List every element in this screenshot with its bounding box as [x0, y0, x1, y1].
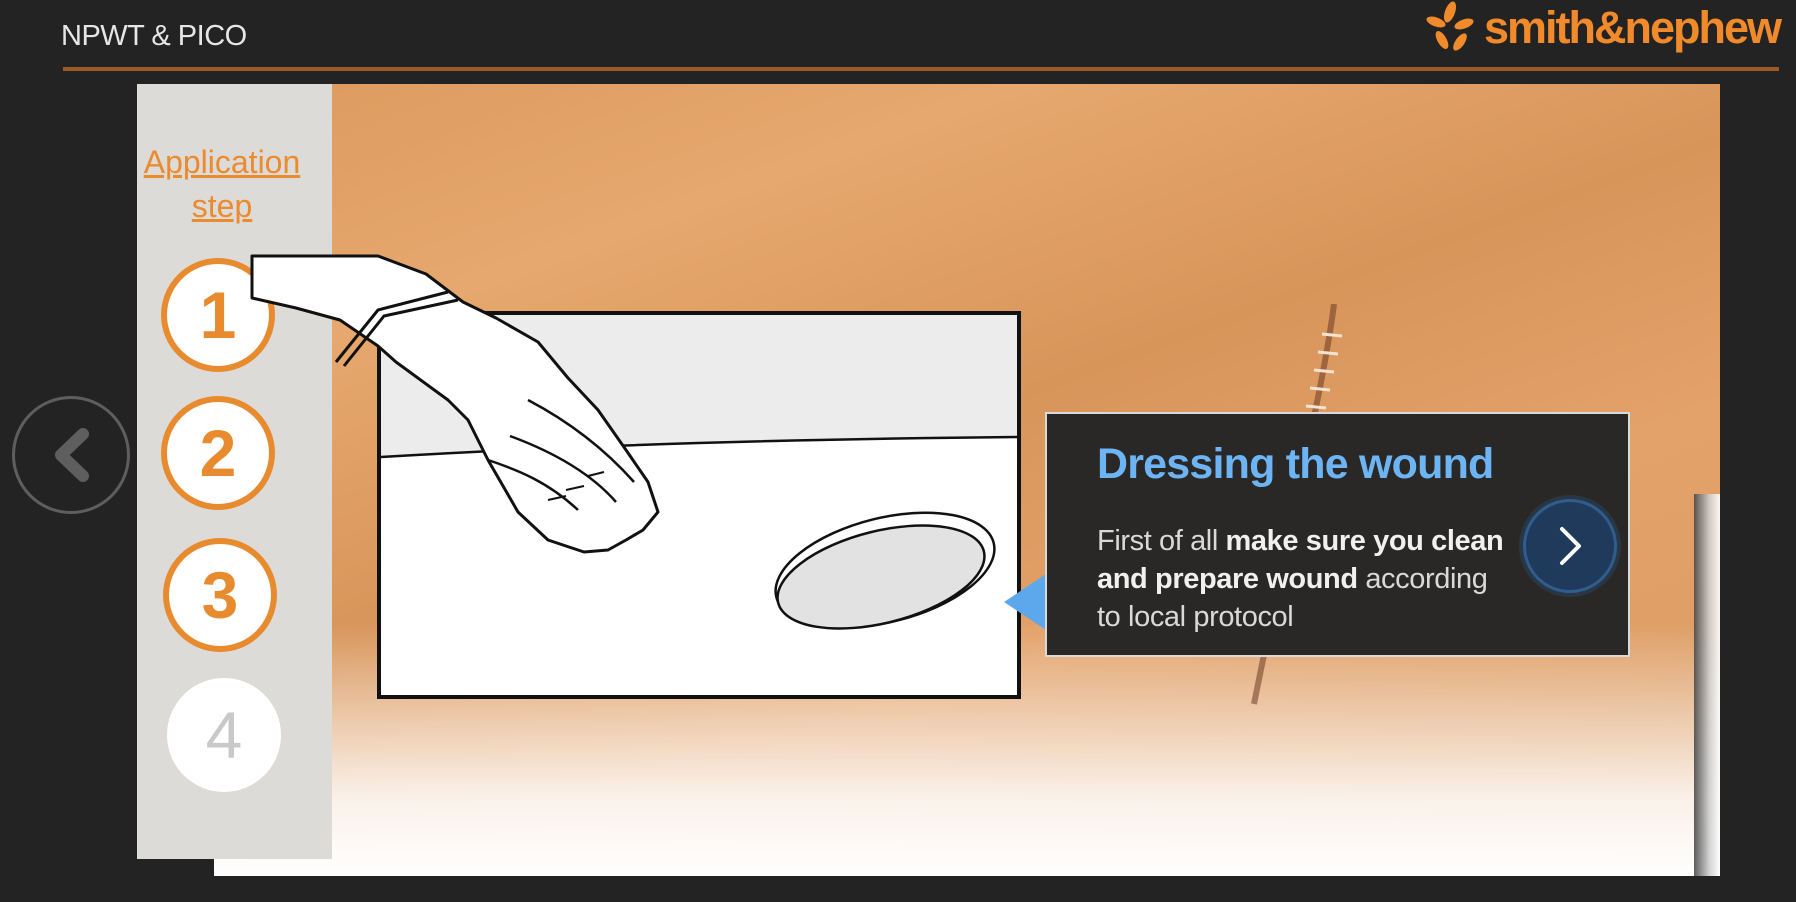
info-card-pointer: [1004, 574, 1046, 630]
instruction-title: Dressing the wound: [1097, 440, 1494, 488]
instruction-body-prefix: First of all: [1097, 525, 1226, 557]
instruction-card: Dressing the wound First of all make sur…: [1045, 412, 1630, 657]
app-title: NPWT & PICO: [61, 20, 247, 52]
chevron-right-icon: [1560, 527, 1581, 565]
brand-logo: smith&nephew: [1422, 0, 1782, 56]
steps-heading-line2: step: [191, 188, 253, 224]
brand-name: smith&nephew: [1484, 2, 1782, 53]
next-button[interactable]: [1523, 499, 1617, 593]
header-divider: [63, 67, 1779, 71]
step-4-button[interactable]: 4: [167, 678, 281, 792]
chevron-left-icon: [55, 428, 89, 482]
instruction-body: First of all make sure you clean and pre…: [1097, 522, 1507, 636]
stage-edge-shadow: [1694, 494, 1720, 876]
starburst-logo-icon: [1426, 1, 1474, 51]
steps-heading-line1: Application: [143, 144, 301, 180]
steps-heading[interactable]: Application step: [137, 140, 307, 228]
gloved-hand-drawing: [250, 254, 660, 554]
back-button[interactable]: [12, 396, 130, 514]
